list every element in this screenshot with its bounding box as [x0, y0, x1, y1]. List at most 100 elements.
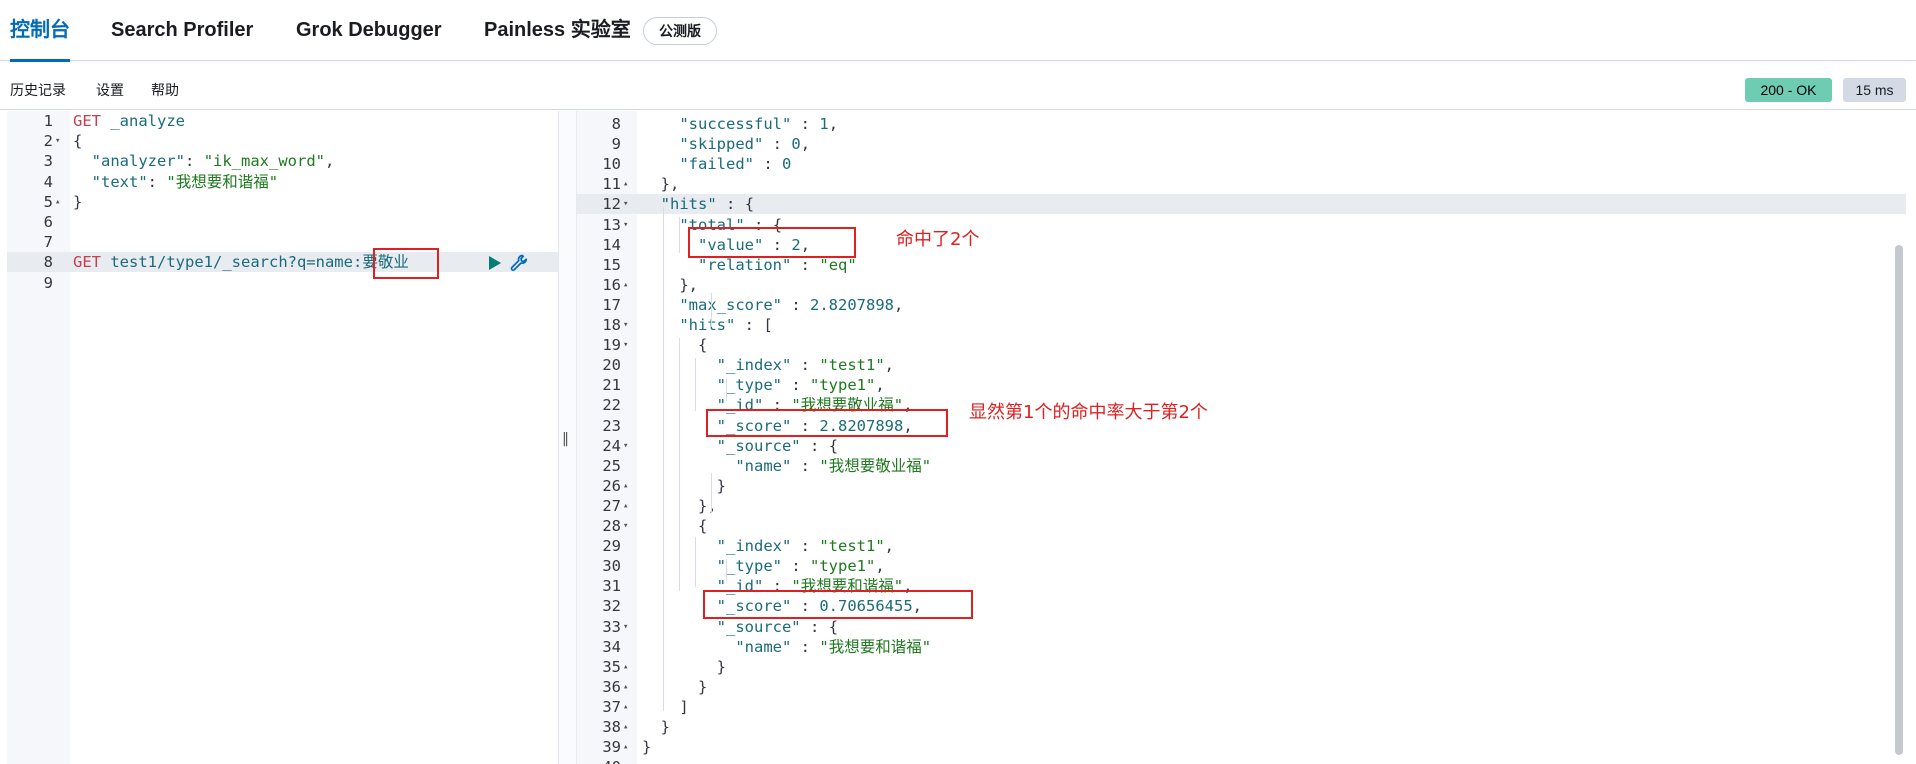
line-number: 14 — [602, 235, 621, 254]
code-line[interactable]: 38 ▴ } — [577, 717, 1906, 737]
line-number: 33 — [602, 617, 621, 636]
response-viewer[interactable]: 8 "successful" : 1, 9 "skipped" : 0, 10 "f… — [577, 111, 1906, 764]
line-number: 12 — [602, 195, 621, 214]
line-number: 24 — [602, 436, 621, 455]
code-line[interactable]: 7 — [7, 232, 558, 252]
code-line[interactable]: 30 "_type" : "type1", — [577, 556, 1906, 576]
request-editor[interactable]: 1 GET _analyze 2 ▾ {3 "analyzer": "ik_max_wo… — [7, 111, 558, 764]
code-line[interactable]: 9 "skipped" : 0, — [577, 134, 1906, 154]
code-text: { — [698, 336, 708, 355]
code-line[interactable]: 35 ▴ } — [577, 657, 1906, 677]
code-text: { — [73, 132, 83, 151]
code-line[interactable]: 37 ▴ ] — [577, 697, 1906, 717]
tab-painless-lab[interactable]: Painless 实验室 — [484, 0, 631, 61]
annotation-score-compare: 显然第1个的命中率大于第2个 — [969, 402, 1208, 423]
fold-open-icon[interactable]: ▾ — [623, 436, 628, 456]
code-line[interactable]: 11 ▴ }, — [577, 174, 1906, 194]
fold-open-icon[interactable]: ▾ — [623, 215, 628, 235]
code-line[interactable]: 10 "failed" : 0 — [577, 154, 1906, 174]
fold-close-icon[interactable]: ▴ — [623, 657, 628, 677]
fold-open-icon[interactable]: ▾ — [623, 315, 628, 335]
line-number: 26 — [602, 476, 621, 495]
code-line[interactable]: 40 — [577, 757, 1906, 764]
play-icon[interactable] — [489, 256, 501, 270]
code-line[interactable]: 36 ▴ } — [577, 677, 1906, 697]
code-text: GET test1/type1/_search?q=name:要敬业 — [73, 253, 409, 272]
code-line[interactable]: 12 ▾ "hits" : { — [577, 194, 1906, 215]
fold-close-icon[interactable]: ▴ — [623, 697, 628, 717]
code-text: "name" : "我想要和谐福" — [735, 637, 932, 656]
fold-close-icon[interactable]: ▴ — [623, 174, 628, 194]
line-number: 13 — [602, 215, 621, 234]
line-number: 11 — [602, 175, 621, 194]
code-line[interactable]: 8 "successful" : 1, — [577, 114, 1906, 134]
code-line[interactable]: 27 ▴ }, — [577, 496, 1906, 516]
code-line[interactable]: 9 — [7, 273, 558, 293]
fold-close-icon[interactable]: ▴ — [623, 476, 628, 496]
tab-search-profiler[interactable]: Search Profiler — [111, 0, 253, 61]
tab-console[interactable]: 控制台 — [10, 0, 70, 62]
line-number: 5 — [43, 192, 53, 211]
menu-help[interactable]: 帮助 — [151, 62, 179, 110]
code-text: } — [73, 192, 83, 211]
fold-open-icon[interactable]: ▾ — [623, 617, 628, 637]
annotation-box-score-2 — [703, 590, 973, 619]
fold-close-icon[interactable]: ▴ — [623, 496, 628, 516]
code-line[interactable]: 28 ▾ { — [577, 516, 1906, 536]
code-line[interactable]: 1 GET _analyze — [7, 111, 558, 131]
fold-open-icon[interactable]: ▾ — [623, 516, 628, 536]
code-line[interactable]: 25 "name" : "我想要敬业福" — [577, 456, 1906, 476]
code-line[interactable]: 26 ▴ } — [577, 476, 1906, 496]
code-line[interactable]: 4 "text": "我想要和谐福" — [7, 172, 558, 192]
indent-guide — [679, 217, 680, 253]
code-line[interactable]: 2 ▾ { — [7, 131, 558, 151]
tab-grok-debugger[interactable]: Grok Debugger — [296, 0, 442, 61]
line-number: 23 — [602, 416, 621, 435]
code-line[interactable]: 21 "_type" : "type1", — [577, 375, 1906, 395]
annotation-box-score-1 — [706, 409, 948, 437]
code-line[interactable]: 29 "_index" : "test1", — [577, 536, 1906, 556]
code-line[interactable]: 34 "name" : "我想要和谐福" — [577, 637, 1906, 657]
code-text: GET _analyze — [73, 112, 185, 130]
code-line[interactable]: 16 ▴ }, — [577, 275, 1906, 295]
code-text: "name" : "我想要敬业福" — [735, 456, 932, 475]
line-number: 17 — [602, 295, 621, 314]
code-line[interactable]: 5 ▴} — [7, 192, 558, 212]
code-line[interactable]: 19 ▾ { — [577, 335, 1906, 355]
line-number: 9 — [611, 135, 621, 154]
top-tab-bar: 控制台 Search Profiler Grok Debugger Painle… — [0, 0, 1916, 62]
code-line[interactable]: 18 ▾ "hits" : [ — [577, 315, 1906, 335]
response-scrollbar[interactable] — [1895, 245, 1903, 755]
line-number: 34 — [602, 637, 621, 656]
code-text: "skipped" : 0, — [679, 135, 811, 154]
menu-history[interactable]: 历史记录 — [10, 62, 66, 110]
wrench-icon[interactable] — [509, 253, 529, 273]
fold-close-icon[interactable]: ▴ — [623, 677, 628, 697]
fold-open-icon[interactable]: ▾ — [623, 194, 628, 214]
fold-close-icon[interactable]: ▴ — [623, 717, 628, 737]
console-menu-bar: 历史记录 设置 帮助 — [0, 62, 1916, 110]
indent-guide — [711, 473, 712, 513]
drag-handle-icon[interactable]: ‖ — [562, 431, 569, 447]
code-line[interactable]: 33 ▾ "_source" : { — [577, 617, 1906, 637]
fold-open-icon[interactable]: ▾ — [623, 335, 628, 355]
code-text: "failed" : 0 — [679, 155, 792, 174]
fold-close-icon[interactable]: ▴ — [623, 737, 628, 757]
code-line[interactable]: 3 "analyzer": "ik_max_word", — [7, 151, 558, 171]
code-line[interactable]: 20 "_index" : "test1", — [577, 355, 1906, 375]
code-line[interactable]: 17 "max_score" : 2.8207898, — [577, 295, 1906, 315]
code-text: "hits" : [ — [679, 316, 773, 334]
line-number: 7 — [43, 233, 53, 252]
line-number: 15 — [602, 255, 621, 274]
fold-close-icon[interactable]: ▴ — [623, 275, 628, 295]
code-line[interactable]: 6 — [7, 212, 558, 232]
line-number: 38 — [602, 718, 621, 736]
menu-settings[interactable]: 设置 — [96, 62, 124, 110]
code-line[interactable]: 39 ▴} — [577, 737, 1906, 757]
code-line[interactable]: 24 ▾ "_source" : { — [577, 436, 1906, 456]
line-number: 16 — [602, 275, 621, 294]
code-line[interactable]: 8 GET test1/type1/_search?q=name:要敬业 — [7, 252, 558, 273]
fold-open-icon[interactable]: ▾ — [55, 131, 60, 151]
line-number: 4 — [43, 172, 53, 191]
fold-close-icon[interactable]: ▴ — [55, 192, 60, 212]
